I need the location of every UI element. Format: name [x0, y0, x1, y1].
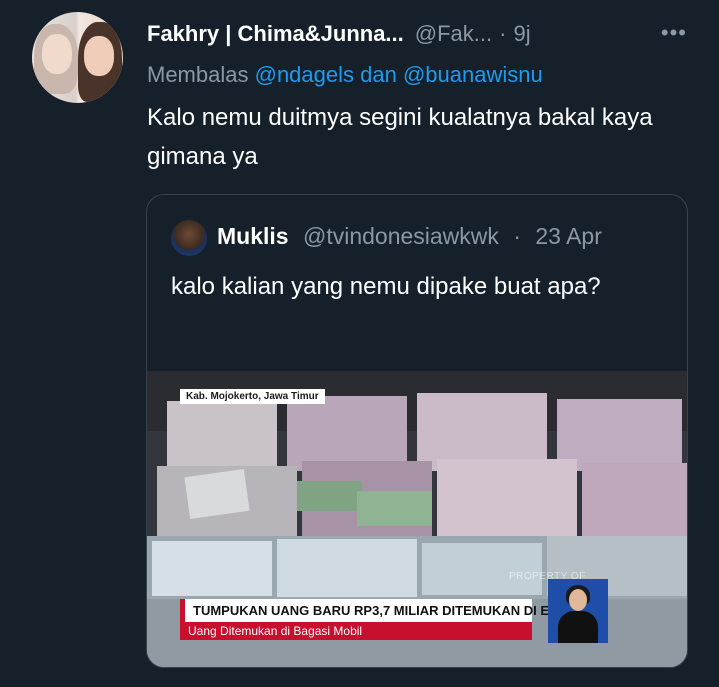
- interpreter-body: [558, 611, 598, 643]
- reply-prefix: Membalas: [147, 62, 249, 87]
- location-tag: Kab. Mojokerto, Jawa Timur: [180, 389, 325, 404]
- quoted-author-avatar: [171, 220, 207, 256]
- news-subheadline: Uang Ditemukan di Bagasi Mobil: [180, 622, 532, 640]
- author-handle[interactable]: @Fak...: [415, 21, 492, 47]
- quoted-tweet-date: 23 Apr: [535, 223, 602, 249]
- quoted-tweet[interactable]: Muklis @tvindonesiawkwk · 23 Apr kalo ka…: [146, 194, 688, 668]
- interpreter-head: [569, 589, 587, 611]
- tweet-header: Fakhry | Chima&Junna... @Fak... · 9j •••: [147, 18, 705, 50]
- news-headline: TUMPUKAN UANG BARU RP3,7 MILIAR DITEMUKA…: [180, 599, 599, 622]
- tweet-timestamp[interactable]: 9j: [513, 21, 530, 47]
- reply-mentions-link[interactable]: @ndagels dan @buanawisnu: [255, 62, 543, 87]
- quoted-tweet-media[interactable]: Kab. Mojokerto, Jawa Timur PROPERTY OF T…: [147, 371, 687, 667]
- author-avatar[interactable]: [32, 12, 123, 103]
- sign-interpreter-inset: [548, 579, 608, 643]
- replying-to-line: Membalas @ndagels dan @buanawisnu: [147, 62, 543, 88]
- quoted-tweet-header: Muklis @tvindonesiawkwk · 23 Apr: [217, 223, 602, 250]
- quoted-header-separator: ·: [513, 223, 521, 249]
- quoted-author-handle: @tvindonesiawkwk: [302, 223, 499, 249]
- header-separator: ·: [499, 21, 507, 46]
- avatar-face-right: [84, 36, 114, 76]
- avatar-face-left: [42, 34, 72, 74]
- quoted-author-display-name: Muklis: [217, 223, 289, 249]
- news-lower-third: TUMPUKAN UANG BARU RP3,7 MILIAR DITEMUKA…: [180, 599, 599, 640]
- quoted-tweet-text: kalo kalian yang nemu dipake buat apa?: [171, 273, 601, 300]
- more-options-icon[interactable]: •••: [661, 20, 687, 46]
- author-display-name[interactable]: Fakhry | Chima&Junna...: [147, 21, 404, 47]
- tweet-text: Kalo nemu duitmya segini kualatnya bakal…: [147, 104, 653, 170]
